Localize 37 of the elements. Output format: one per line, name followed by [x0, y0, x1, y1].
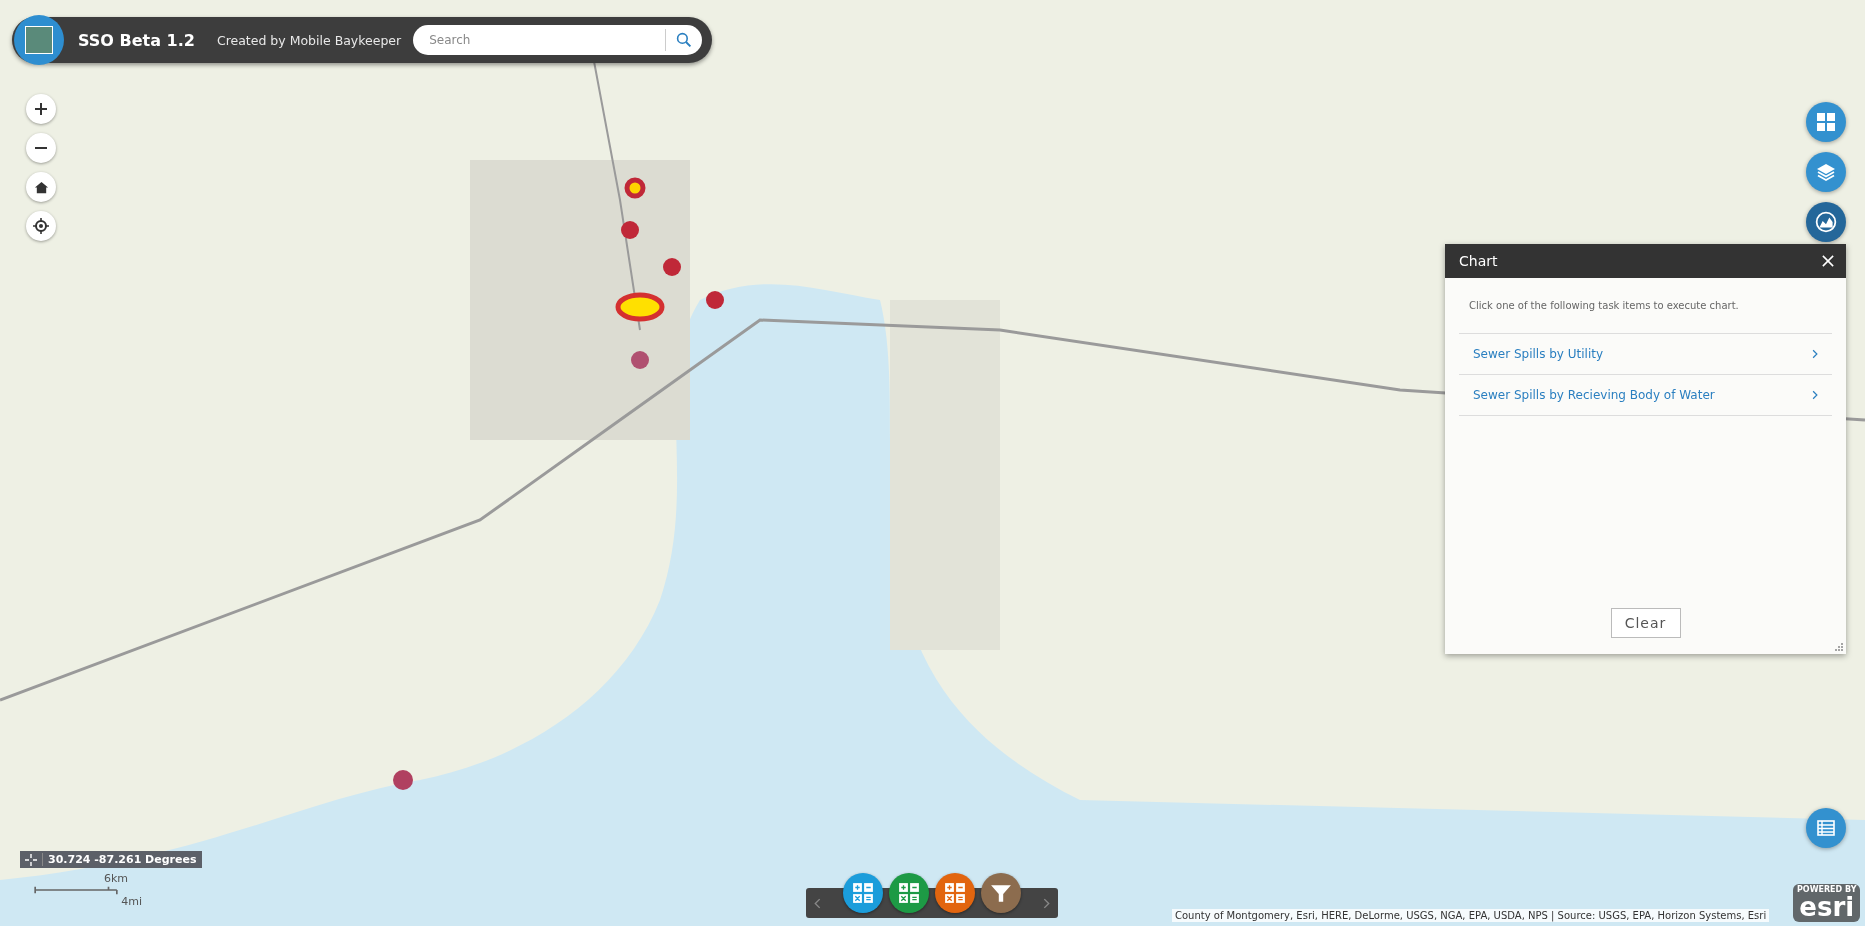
task-item[interactable]: Sewer Spills by Recieving Body of Water	[1459, 374, 1832, 416]
home-icon	[33, 179, 49, 195]
instruction-text: Click one of the following task items to execute chart.	[1469, 300, 1740, 311]
close-icon[interactable]	[1822, 255, 1834, 267]
chevron-left-icon[interactable]	[814, 897, 821, 909]
chevron-right-icon[interactable]	[1043, 897, 1050, 909]
attribution-text: County of Montgomery, Esri, HERE, DeLorme, USGS, NGA, EPA, USDA, NPS | Source: USGS, EPA, Horizon Systems, Esri	[1172, 909, 1770, 922]
app-title: SSO Beta 1.2	[78, 30, 195, 50]
task-item[interactable]: Sewer Spills by Utility	[1459, 333, 1832, 374]
search-icon[interactable]	[676, 32, 692, 48]
crosshair-icon	[33, 218, 49, 234]
calculator-tool-button[interactable]	[889, 873, 929, 913]
calculator-icon	[944, 882, 966, 904]
panel-title: Chart	[1459, 253, 1498, 269]
calculator-icon	[852, 882, 874, 904]
grid-icon	[1816, 112, 1836, 132]
app-subtitle: Created by Mobile Baykeeper	[216, 32, 402, 48]
filter-tool-button[interactable]	[981, 873, 1021, 913]
layers-icon	[1816, 162, 1836, 182]
coordinates-text: 30.724 -87.261 Degrees	[42, 853, 197, 866]
calculator-tool-button[interactable]	[935, 873, 975, 913]
minus-icon	[33, 147, 49, 149]
clear-button[interactable]: Clear	[1610, 608, 1681, 638]
scale-label: 4mi	[121, 895, 142, 908]
resize-grip-icon[interactable]	[1835, 643, 1843, 651]
funnel-icon	[990, 882, 1012, 904]
esri-logo[interactable]: POWERED BY esri	[1793, 884, 1861, 922]
table-icon	[1816, 818, 1836, 838]
search-field[interactable]: Search	[413, 25, 702, 55]
calculator-tool-button[interactable]	[843, 873, 883, 913]
crosshair-icon[interactable]	[25, 853, 37, 866]
scale-label: 6km	[103, 872, 128, 885]
calculator-icon	[898, 882, 920, 904]
chart-icon	[1815, 211, 1837, 233]
chevron-icon	[1812, 349, 1818, 359]
plus-icon	[33, 101, 49, 117]
chevron-icon	[1812, 390, 1818, 400]
